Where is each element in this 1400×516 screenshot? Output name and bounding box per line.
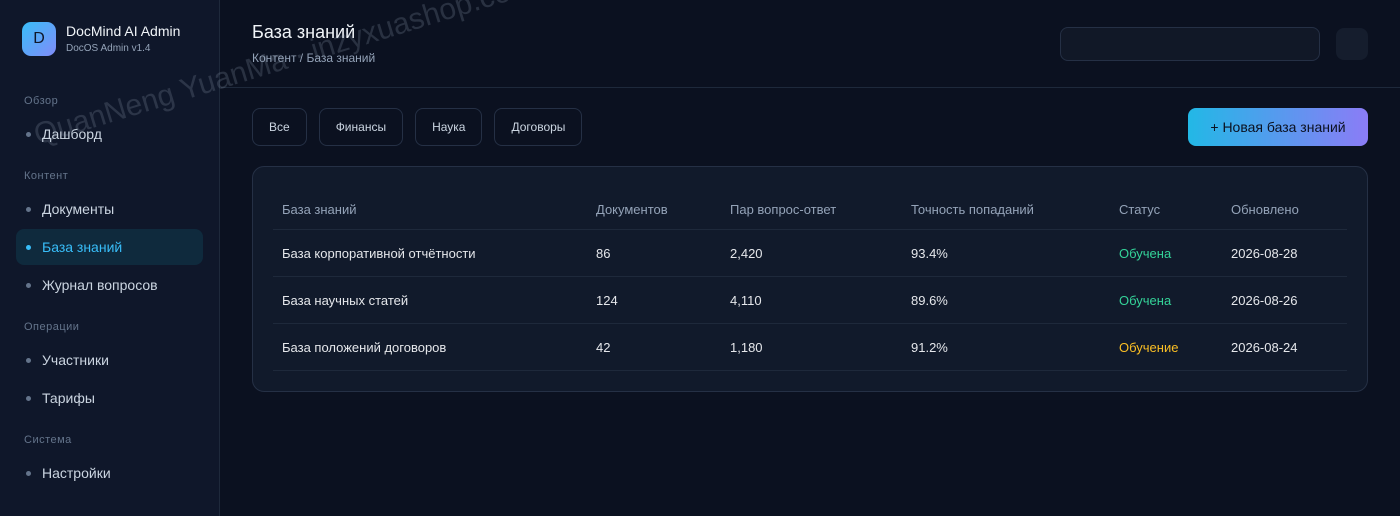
status-badge: Обучена [1119, 292, 1172, 308]
nav-section-operations: Операции [24, 321, 80, 333]
header-action-button[interactable] [1336, 28, 1368, 60]
bullet-icon [26, 395, 31, 401]
filter-finance[interactable]: Финансы [318, 108, 404, 146]
cell-updated: 2026-08-26 [1231, 292, 1298, 308]
bullet-icon [26, 244, 31, 250]
filter-contracts[interactable]: Договоры [494, 108, 583, 146]
sidebar-item-label: Дашборд [42, 126, 102, 142]
sidebar-item-label: Тарифы [42, 390, 95, 406]
search-input[interactable] [1060, 27, 1320, 61]
filter-bar: Все Финансы Наука Договоры [252, 108, 594, 146]
table-row[interactable]: База научных статей 124 4,110 89.6% Обуч… [273, 277, 1347, 324]
cell-name: База научных статей [282, 292, 409, 308]
table-row[interactable]: База корпоративной отчётности 86 2,420 9… [273, 230, 1347, 277]
knowledge-base-table-card: База знаний Документов Пар вопрос-ответ … [252, 166, 1368, 392]
sidebar-item-knowledge-base[interactable]: База знаний [16, 229, 203, 265]
knowledge-base-table: База знаний Документов Пар вопрос-ответ … [273, 189, 1347, 371]
nav-section-system: Система [24, 434, 72, 446]
sidebar-item-label: Участники [42, 352, 109, 368]
column-header-accuracy[interactable]: Точность попаданий [911, 189, 1034, 229]
page-header: База знаний Контент / База знаний [221, 0, 1400, 88]
brand: D DocMind AI Admin DocOS Admin v1.4 [22, 22, 180, 56]
cell-name: База положений договоров [282, 339, 447, 355]
status-badge: Обучена [1119, 245, 1172, 261]
sidebar-item-label: База знаний [42, 239, 123, 255]
brand-logo: D [22, 22, 56, 56]
sidebar-item-question-log[interactable]: Журнал вопросов [16, 267, 203, 303]
sidebar-item-label: Настройки [42, 465, 111, 481]
cell-docs: 86 [596, 245, 611, 261]
bullet-icon [26, 282, 31, 288]
bullet-icon [26, 357, 31, 363]
cell-name: База корпоративной отчётности [282, 245, 476, 261]
sidebar: D DocMind AI Admin DocOS Admin v1.4 Обзо… [0, 0, 220, 516]
filter-all[interactable]: Все [252, 108, 307, 146]
cell-qa-pairs: 2,420 [730, 245, 763, 261]
column-header-name[interactable]: База знаний [282, 189, 357, 229]
cell-docs: 42 [596, 339, 611, 355]
cell-docs: 124 [596, 292, 618, 308]
cell-updated: 2026-08-24 [1231, 339, 1298, 355]
column-header-status[interactable]: Статус [1119, 189, 1160, 229]
cell-accuracy: 93.4% [911, 245, 948, 261]
bullet-icon [26, 206, 31, 212]
table-row[interactable]: База положений договоров 42 1,180 91.2% … [273, 324, 1347, 371]
filter-science[interactable]: Наука [415, 108, 483, 146]
sidebar-item-label: Журнал вопросов [42, 277, 158, 293]
column-header-qa-pairs[interactable]: Пар вопрос-ответ [730, 189, 836, 229]
sidebar-item-plans[interactable]: Тарифы [16, 380, 203, 416]
cell-accuracy: 91.2% [911, 339, 948, 355]
column-header-updated[interactable]: Обновлено [1231, 189, 1299, 229]
sidebar-item-settings[interactable]: Настройки [16, 455, 203, 491]
cell-accuracy: 89.6% [911, 292, 948, 308]
cell-qa-pairs: 4,110 [730, 292, 762, 308]
main-content: База знаний Контент / База знаний Все Фи… [221, 0, 1400, 516]
sidebar-item-documents[interactable]: Документы [16, 191, 203, 227]
cell-updated: 2026-08-28 [1231, 245, 1298, 261]
nav-section-content: Контент [24, 170, 69, 182]
bullet-icon [26, 470, 31, 476]
cell-qa-pairs: 1,180 [730, 339, 763, 355]
sidebar-item-dashboard[interactable]: Дашборд [16, 116, 203, 152]
brand-subtitle: DocOS Admin v1.4 [66, 43, 151, 54]
breadcrumb: Контент / База знаний [252, 51, 376, 65]
sidebar-item-members[interactable]: Участники [16, 342, 203, 378]
page-title: База знаний [252, 22, 356, 42]
bullet-icon [26, 131, 31, 137]
sidebar-item-label: Документы [42, 201, 115, 217]
column-header-docs[interactable]: Документов [596, 189, 668, 229]
nav-section-overview: Обзор [24, 95, 59, 107]
brand-title: DocMind AI Admin [66, 23, 181, 39]
new-knowledge-base-button[interactable]: + Новая база знаний [1188, 108, 1368, 146]
table-header-row: База знаний Документов Пар вопрос-ответ … [273, 189, 1347, 230]
status-badge: Обучение [1119, 339, 1179, 355]
